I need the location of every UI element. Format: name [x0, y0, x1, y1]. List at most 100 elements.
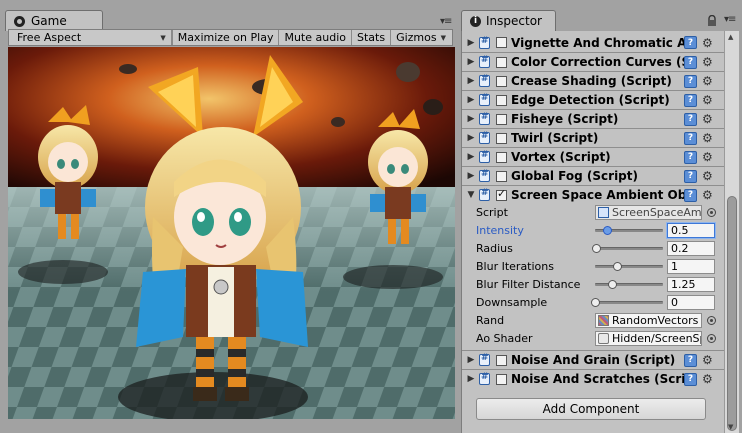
script-asset-icon	[598, 206, 609, 218]
component-header[interactable]: ▶ Edge Detection (Script) ? ⚙	[462, 90, 725, 109]
component-enable-checkbox[interactable]	[496, 354, 507, 366]
intensity-input[interactable]: 0.5	[667, 222, 715, 238]
radius-slider[interactable]	[595, 246, 663, 250]
fold-arrow-icon[interactable]: ▶	[464, 57, 478, 67]
downsample-slider[interactable]	[595, 300, 663, 304]
game-panel: Game ▾≡ Free Aspect ▼ Maximize on Play M…	[0, 0, 459, 433]
object-picker-icon[interactable]	[707, 333, 716, 343]
component-enable-checkbox[interactable]	[496, 94, 507, 106]
help-icon[interactable]: ?	[684, 112, 697, 126]
gear-icon[interactable]: ⚙	[702, 169, 713, 183]
stats-toggle[interactable]: Stats	[350, 30, 390, 45]
aspect-dropdown[interactable]: Free Aspect ▼	[9, 30, 172, 45]
game-tab-strip: Game ▾≡	[0, 0, 459, 31]
tab-inspector[interactable]: i Inspector	[461, 10, 556, 31]
fold-arrow-icon[interactable]: ▶	[464, 38, 478, 48]
fold-arrow-expanded-icon[interactable]: ▼	[464, 190, 478, 200]
radius-input[interactable]: 0.2	[667, 240, 715, 256]
gear-icon[interactable]: ⚙	[702, 188, 713, 202]
gear-icon[interactable]: ⚙	[702, 353, 713, 367]
fold-arrow-icon[interactable]: ▶	[464, 374, 478, 384]
component-enable-checkbox[interactable]	[496, 132, 507, 144]
gear-icon[interactable]: ⚙	[702, 372, 713, 386]
downsample-input[interactable]: 0	[667, 294, 715, 310]
fold-arrow-icon[interactable]: ▶	[464, 114, 478, 124]
help-icon[interactable]: ?	[684, 74, 697, 88]
unity-editor: Game ▾≡ Free Aspect ▼ Maximize on Play M…	[0, 0, 742, 433]
component-header[interactable]: ▶ Vortex (Script) ? ⚙	[462, 147, 725, 166]
unity-icon	[14, 15, 25, 27]
game-viewport[interactable]	[8, 47, 455, 419]
help-icon[interactable]: ?	[684, 169, 697, 183]
component-header[interactable]: ▶ Vignette And Chromatic Aberration ? ⚙	[462, 33, 725, 52]
component-enable-checkbox[interactable]	[496, 75, 507, 87]
slider-thumb[interactable]	[608, 279, 617, 289]
slider-thumb[interactable]	[592, 243, 602, 253]
object-picker-icon[interactable]	[707, 315, 716, 325]
component-header[interactable]: ▶ Fisheye (Script) ? ⚙	[462, 109, 725, 128]
component-header-ssao[interactable]: ▼ Screen Space Ambient Obscurance ? ⚙	[462, 185, 725, 204]
component-enable-checkbox[interactable]	[496, 187, 507, 201]
aspect-label: Free Aspect	[17, 31, 82, 44]
component-header[interactable]: ▶ Global Fog (Script) ? ⚙	[462, 166, 725, 185]
fold-arrow-icon[interactable]: ▶	[464, 76, 478, 86]
fold-arrow-icon[interactable]: ▶	[464, 152, 478, 162]
help-icon[interactable]: ?	[684, 150, 697, 164]
panel-menu-icon[interactable]: ▾≡	[724, 14, 736, 25]
property-intensity: Intensity 0.5	[462, 221, 725, 239]
panel-menu-icon[interactable]: ▾≡	[440, 16, 452, 27]
script-icon	[479, 74, 490, 87]
help-icon[interactable]: ?	[684, 372, 697, 386]
slider-thumb[interactable]	[613, 261, 623, 271]
blur-filter-distance-slider[interactable]	[595, 282, 663, 286]
component-enable-checkbox[interactable]	[496, 373, 507, 385]
property-blur-filter-distance: Blur Filter Distance 1.25	[462, 275, 725, 293]
slider-thumb[interactable]	[602, 225, 612, 235]
help-icon[interactable]: ?	[684, 93, 697, 107]
rand-object-field[interactable]: RandomVectors	[595, 312, 702, 328]
component-enable-checkbox[interactable]	[496, 113, 507, 125]
gear-icon[interactable]: ⚙	[702, 112, 713, 126]
blur-filter-distance-input[interactable]: 1.25	[667, 276, 715, 292]
add-component-button[interactable]: Add Component	[476, 398, 706, 420]
help-icon[interactable]: ?	[684, 353, 697, 367]
blur-iterations-input[interactable]: 1	[667, 258, 715, 274]
slider-thumb[interactable]	[591, 297, 600, 307]
component-header[interactable]: ▶ Color Correction Curves (Script) ? ⚙	[462, 52, 725, 71]
help-icon[interactable]: ?	[684, 188, 697, 202]
fold-arrow-icon[interactable]: ▶	[464, 355, 478, 365]
mute-audio-toggle[interactable]: Mute audio	[278, 30, 351, 45]
gear-icon[interactable]: ⚙	[702, 36, 713, 50]
component-enable-checkbox[interactable]	[496, 151, 507, 163]
fold-arrow-icon[interactable]: ▶	[464, 133, 478, 143]
component-header[interactable]: ▶ Noise And Grain (Script) ? ⚙	[462, 350, 725, 369]
component-header[interactable]: ▶ Noise And Scratches (Script) ? ⚙	[462, 369, 725, 388]
blur-iterations-slider[interactable]	[595, 264, 663, 268]
component-header[interactable]: ▶ Twirl (Script) ? ⚙	[462, 128, 725, 147]
gear-icon[interactable]: ⚙	[702, 55, 713, 69]
tab-game[interactable]: Game	[5, 10, 103, 31]
component-enable-checkbox[interactable]	[496, 170, 507, 182]
component-enable-checkbox[interactable]	[496, 56, 507, 68]
scroll-down-icon[interactable]: ▼	[728, 423, 733, 431]
maximize-on-play-toggle[interactable]: Maximize on Play	[171, 30, 279, 45]
help-icon[interactable]: ?	[684, 131, 697, 145]
fold-arrow-icon[interactable]: ▶	[464, 95, 478, 105]
gear-icon[interactable]: ⚙	[702, 93, 713, 107]
inspector-scrollbar[interactable]: ▲ ▼	[724, 31, 739, 433]
help-icon[interactable]: ?	[684, 36, 697, 49]
ao-shader-object-field[interactable]: Hidden/ScreenSpaceAmbientObscurance	[595, 330, 702, 346]
gear-icon[interactable]: ⚙	[702, 150, 713, 164]
scroll-up-icon[interactable]: ▲	[728, 33, 733, 41]
gizmos-dropdown[interactable]: Gizmos ▼	[390, 30, 452, 45]
gear-icon[interactable]: ⚙	[702, 131, 713, 145]
lock-icon[interactable]	[707, 15, 717, 27]
scrollbar-thumb[interactable]	[727, 196, 737, 431]
gear-icon[interactable]: ⚙	[702, 74, 713, 88]
fold-arrow-icon[interactable]: ▶	[464, 171, 478, 181]
component-title: Twirl (Script)	[511, 131, 599, 145]
component-header[interactable]: ▶ Crease Shading (Script) ? ⚙	[462, 71, 725, 90]
component-enable-checkbox[interactable]	[496, 37, 507, 48]
help-icon[interactable]: ?	[684, 55, 697, 69]
object-picker-icon[interactable]	[707, 207, 716, 217]
